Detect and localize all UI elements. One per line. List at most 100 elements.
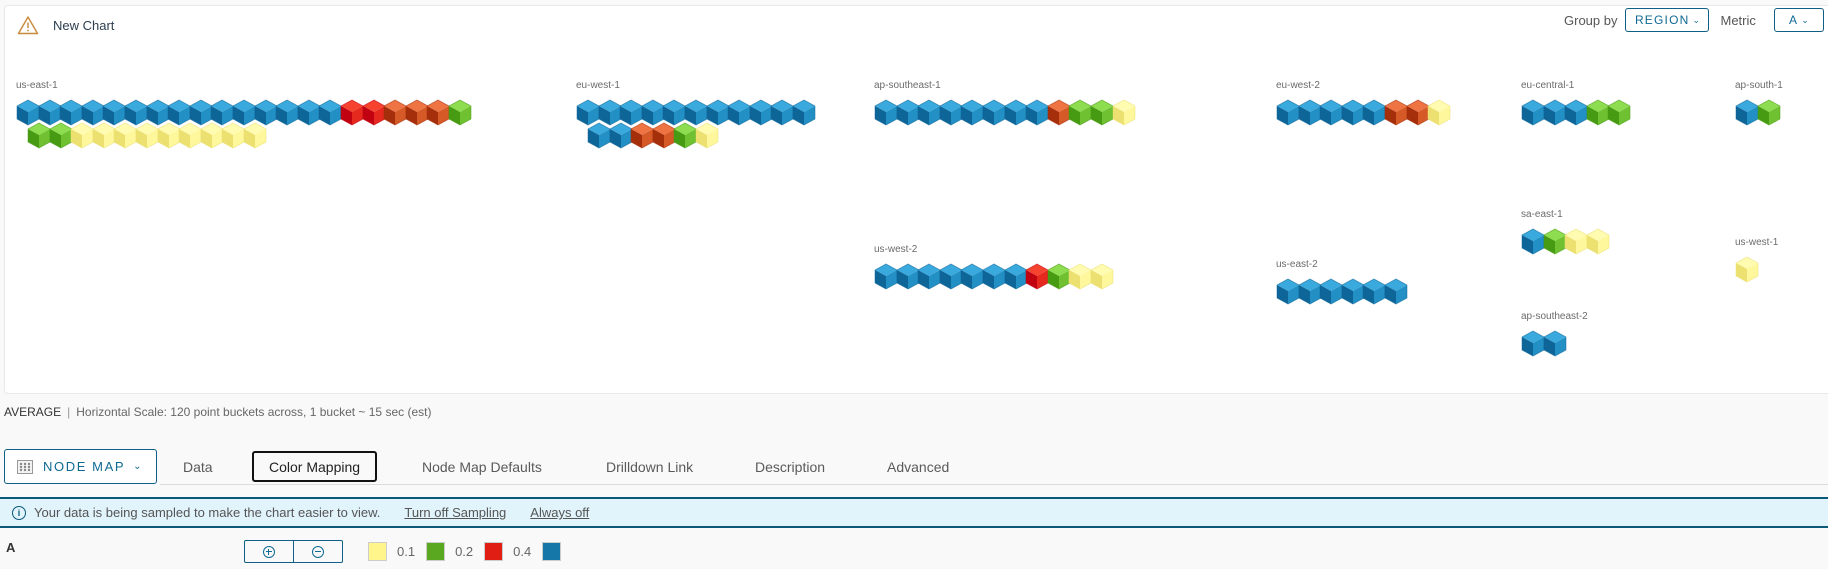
add-threshold-button[interactable]: [245, 541, 293, 562]
node-cube-blue[interactable]: [1298, 278, 1322, 305]
node-cube-blue[interactable]: [1004, 263, 1028, 290]
node-cube-blue[interactable]: [1298, 99, 1322, 126]
node-cube-blue[interactable]: [275, 99, 299, 126]
node-cube-blue[interactable]: [1543, 330, 1567, 357]
node-cube-orange[interactable]: [652, 122, 676, 149]
node-cube-orange[interactable]: [1406, 99, 1430, 126]
node-cube-green[interactable]: [1586, 99, 1610, 126]
always-off-link[interactable]: Always off: [530, 505, 589, 520]
node-cube-blue[interactable]: [939, 263, 963, 290]
node-cube-blue[interactable]: [1564, 99, 1588, 126]
color-swatch[interactable]: [368, 541, 387, 561]
chart-type-dropdown[interactable]: NODE MAP ⌄: [4, 449, 157, 484]
node-cube-blue[interactable]: [749, 99, 773, 126]
node-cube-blue[interactable]: [896, 263, 920, 290]
node-cube-yellow[interactable]: [200, 122, 224, 149]
node-cube-green[interactable]: [1607, 99, 1631, 126]
node-cube-blue[interactable]: [982, 263, 1006, 290]
node-cube-yellow[interactable]: [1564, 228, 1588, 255]
node-cube-yellow[interactable]: [1068, 263, 1092, 290]
node-cube-blue[interactable]: [1004, 99, 1028, 126]
node-cube-green[interactable]: [673, 122, 697, 149]
node-cube-green[interactable]: [1068, 99, 1092, 126]
node-cube-yellow[interactable]: [243, 122, 267, 149]
tab-color-mapping[interactable]: Color Mapping: [252, 451, 378, 482]
node-cube-green[interactable]: [49, 122, 73, 149]
metric-dropdown[interactable]: A ⌄: [1773, 8, 1824, 32]
node-cube-blue[interactable]: [960, 263, 984, 290]
node-cube-blue[interactable]: [960, 99, 984, 126]
node-cube-red[interactable]: [362, 99, 386, 126]
tab-node-map-defaults[interactable]: Node Map Defaults: [422, 451, 542, 482]
node-cube-blue[interactable]: [1341, 278, 1365, 305]
threshold-value[interactable]: 0.1: [397, 544, 415, 559]
node-cube-blue[interactable]: [1735, 99, 1759, 126]
group-by-dropdown[interactable]: REGION ⌄: [1625, 8, 1710, 32]
node-cube-green[interactable]: [1090, 99, 1114, 126]
node-cube-yellow[interactable]: [695, 122, 719, 149]
node-cube-orange[interactable]: [426, 99, 450, 126]
node-cube-blue[interactable]: [874, 99, 898, 126]
node-cube-blue[interactable]: [1362, 278, 1386, 305]
node-cube-yellow[interactable]: [157, 122, 181, 149]
turn-off-sampling-link[interactable]: Turn off Sampling: [404, 505, 506, 520]
node-cube-green[interactable]: [1543, 228, 1567, 255]
node-cube-yellow[interactable]: [1427, 99, 1451, 126]
node-cube-yellow[interactable]: [70, 122, 94, 149]
node-cube-green[interactable]: [1757, 99, 1781, 126]
node-cube-yellow[interactable]: [92, 122, 116, 149]
tab-advanced[interactable]: Advanced: [887, 451, 949, 482]
node-cube-green[interactable]: [1047, 263, 1071, 290]
remove-threshold-button[interactable]: [293, 541, 342, 562]
node-cube-blue[interactable]: [874, 263, 898, 290]
node-cube-orange[interactable]: [1384, 99, 1408, 126]
node-cube-blue[interactable]: [727, 99, 751, 126]
node-cube-blue[interactable]: [1362, 99, 1386, 126]
tab-data[interactable]: Data: [183, 451, 213, 482]
node-cube-blue[interactable]: [609, 122, 633, 149]
node-cube-green[interactable]: [27, 122, 51, 149]
node-cube-blue[interactable]: [1276, 278, 1300, 305]
node-cube-yellow[interactable]: [113, 122, 137, 149]
node-cube-yellow[interactable]: [178, 122, 202, 149]
node-cube-orange[interactable]: [1047, 99, 1071, 126]
node-cube-blue[interactable]: [770, 99, 794, 126]
node-cube-green[interactable]: [448, 99, 472, 126]
node-cube-yellow[interactable]: [1112, 99, 1136, 126]
node-cube-blue[interactable]: [1521, 99, 1545, 126]
node-cube-orange[interactable]: [405, 99, 429, 126]
threshold-value[interactable]: 0.4: [513, 544, 531, 559]
node-cube-blue[interactable]: [1521, 228, 1545, 255]
node-cube-yellow[interactable]: [1735, 256, 1759, 283]
node-cube-blue[interactable]: [939, 99, 963, 126]
node-cube-blue[interactable]: [1543, 99, 1567, 126]
node-cube-blue[interactable]: [587, 122, 611, 149]
node-cube-blue[interactable]: [1319, 278, 1343, 305]
node-cube-red[interactable]: [1025, 263, 1049, 290]
node-cube-orange[interactable]: [383, 99, 407, 126]
color-swatch[interactable]: [484, 541, 504, 561]
node-cube-blue[interactable]: [318, 99, 342, 126]
node-cube-blue[interactable]: [1384, 278, 1408, 305]
node-cube-red[interactable]: [340, 99, 364, 126]
node-cube-blue[interactable]: [896, 99, 920, 126]
tab-drilldown-link[interactable]: Drilldown Link: [606, 451, 693, 482]
node-cube-blue[interactable]: [1025, 99, 1049, 126]
node-cube-blue[interactable]: [792, 99, 816, 126]
node-cube-blue[interactable]: [982, 99, 1006, 126]
color-swatch[interactable]: [542, 541, 562, 561]
node-cube-blue[interactable]: [1276, 99, 1300, 126]
node-cube-yellow[interactable]: [135, 122, 159, 149]
node-cube-blue[interactable]: [297, 99, 321, 126]
tab-description[interactable]: Description: [755, 451, 825, 482]
warning-triangle-icon[interactable]: [17, 15, 39, 35]
node-cube-blue[interactable]: [917, 99, 941, 126]
node-cube-blue[interactable]: [1319, 99, 1343, 126]
node-cube-yellow[interactable]: [1090, 263, 1114, 290]
node-cube-yellow[interactable]: [221, 122, 245, 149]
color-swatch[interactable]: [426, 541, 446, 561]
node-cube-yellow[interactable]: [1586, 228, 1610, 255]
threshold-value[interactable]: 0.2: [455, 544, 473, 559]
node-cube-orange[interactable]: [630, 122, 654, 149]
node-cube-blue[interactable]: [917, 263, 941, 290]
